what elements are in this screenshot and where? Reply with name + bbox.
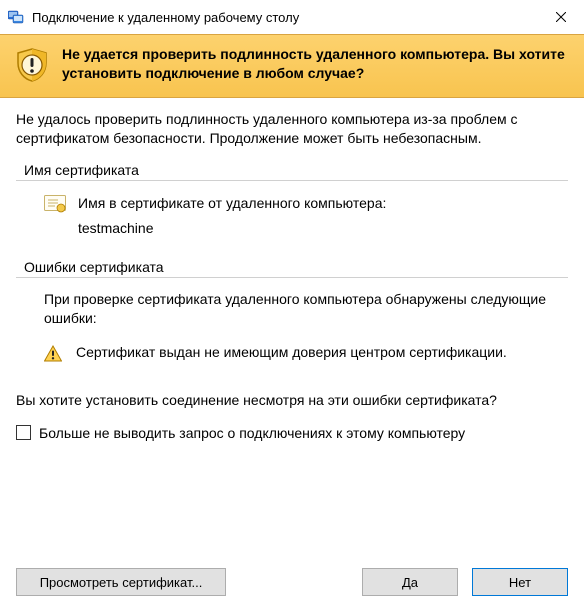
rdp-app-icon [8, 9, 24, 25]
warning-triangle-icon [44, 345, 62, 363]
proceed-question: Вы хотите установить соединение несмотря… [16, 391, 568, 411]
window-title: Подключение к удаленному рабочему столу [32, 10, 538, 25]
certificate-icon [44, 195, 66, 213]
dont-ask-label: Больше не выводить запрос о подключениях… [39, 425, 465, 441]
yes-button[interactable]: Да [362, 568, 458, 596]
dialog-footer: Просмотреть сертификат... Да Нет [0, 568, 584, 612]
no-button[interactable]: Нет [472, 568, 568, 596]
certificate-name-group: Имя сертификата Имя в сертификате от у [16, 160, 568, 247]
banner-message: Не удается проверить подлинность удаленн… [62, 45, 570, 83]
dialog-window: Подключение к удаленному рабочему столу … [0, 0, 584, 612]
certificate-errors-intro: При проверке сертификата удаленного комп… [44, 290, 560, 329]
certificate-errors-heading: Ошибки сертификата [24, 259, 568, 275]
titlebar: Подключение к удаленному рабочему столу [0, 0, 584, 34]
certificate-error-item: Сертификат выдан не имеющим доверия цент… [76, 343, 507, 363]
certificate-errors-group: Ошибки сертификата При проверке сертифик… [16, 257, 568, 371]
view-certificate-button[interactable]: Просмотреть сертификат... [16, 568, 226, 596]
intro-text: Не удалось проверить подлинность удаленн… [16, 110, 568, 148]
dialog-body: Не удалось проверить подлинность удаленн… [0, 98, 584, 568]
certificate-name-heading: Имя сертификата [24, 162, 568, 178]
warning-banner: Не удается проверить подлинность удаленн… [0, 34, 584, 98]
close-button[interactable] [538, 0, 584, 34]
shield-warning-icon [14, 47, 50, 83]
dont-ask-checkbox[interactable] [16, 425, 31, 440]
certificate-name-value: testmachine [78, 218, 386, 239]
dont-ask-row: Больше не выводить запрос о подключениях… [16, 425, 568, 441]
certificate-name-label: Имя в сертификате от удаленного компьюте… [78, 193, 386, 214]
